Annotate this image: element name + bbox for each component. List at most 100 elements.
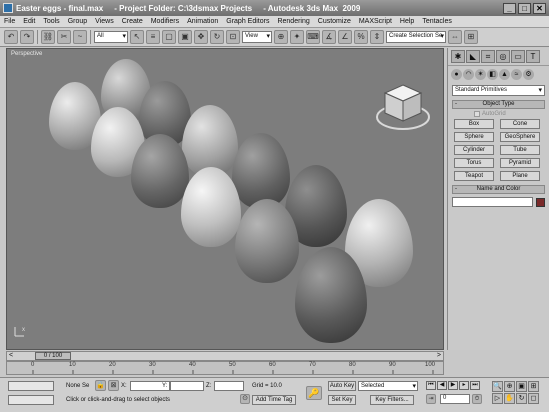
menu-create[interactable]: Create	[118, 18, 147, 25]
key-filters-button[interactable]: Key Filters...	[370, 395, 414, 405]
absolute-mode-icon[interactable]: ⊠	[108, 380, 119, 391]
time-slider[interactable]: < 0 / 100 >	[6, 351, 444, 361]
geosphere-button[interactable]: GeoSphere	[500, 132, 540, 142]
window-crossing-icon[interactable]: ▣	[178, 30, 192, 44]
go-to-end-icon[interactable]: ⏭	[470, 381, 480, 390]
hierarchy-tab-icon[interactable]: ⌗	[481, 50, 495, 63]
pivot-center-icon[interactable]: ⊕	[274, 30, 288, 44]
maximize-viewport-icon[interactable]: ◻	[528, 393, 539, 404]
systems-icon[interactable]: ⚙	[523, 69, 534, 80]
tube-button[interactable]: Tube	[500, 145, 540, 155]
modify-tab-icon[interactable]: ◣	[466, 50, 480, 63]
plane-button[interactable]: Plane	[500, 171, 540, 181]
menu-tentacles[interactable]: Tentacles	[418, 18, 456, 25]
rectangular-selection-icon[interactable]: ▢	[162, 30, 176, 44]
autogrid-checkbox[interactable]: AutoGrid	[474, 111, 549, 117]
object-name-field[interactable]	[452, 197, 533, 207]
zoom-extents-icon[interactable]: ▣	[516, 381, 527, 392]
named-selection-set-dropdown[interactable]: Create Selection Se	[386, 31, 446, 43]
undo-icon[interactable]: ↶	[4, 30, 18, 44]
add-time-tag-button[interactable]: Add Time Tag	[252, 395, 296, 405]
select-rotate-icon[interactable]: ↻	[210, 30, 224, 44]
close-button[interactable]: ✕	[533, 2, 546, 14]
object-type-rollout[interactable]: - Object Type	[452, 100, 545, 109]
teapot-button[interactable]: Teapot	[454, 171, 494, 181]
play-icon[interactable]: ▶	[448, 381, 458, 390]
shapes-icon[interactable]: ◠	[463, 69, 474, 80]
primitive-category-dropdown[interactable]: Standard Primitives	[452, 85, 545, 96]
helpers-icon[interactable]: ▲	[499, 69, 510, 80]
z-coord-field[interactable]	[214, 381, 244, 391]
link-icon[interactable]: ⛓	[41, 30, 55, 44]
set-key-icon[interactable]: 🔑	[306, 386, 322, 400]
menu-edit[interactable]: Edit	[19, 18, 39, 25]
spinner-snap-icon[interactable]: ⇕	[370, 30, 384, 44]
next-key-icon[interactable]: ▸	[459, 381, 469, 390]
menu-modifiers[interactable]: Modifiers	[147, 18, 183, 25]
selection-lock-icon[interactable]: 🔒	[95, 380, 106, 391]
time-slider-thumb[interactable]: 0 / 100	[35, 352, 71, 360]
zoom-extents-all-icon[interactable]: ⊞	[528, 381, 539, 392]
menu-maxscript[interactable]: MAXScript	[355, 18, 396, 25]
minimize-button[interactable]: _	[503, 2, 516, 14]
reference-coordinate-dropdown[interactable]: View	[242, 31, 272, 43]
unlink-icon[interactable]: ✂	[57, 30, 71, 44]
geometry-icon[interactable]: ●	[451, 69, 462, 80]
y-coord-field[interactable]	[170, 381, 204, 391]
viewcube-icon[interactable]	[375, 79, 431, 135]
align-icon[interactable]: ⊞	[464, 30, 478, 44]
perspective-viewport[interactable]: Perspective x	[6, 48, 444, 350]
cameras-icon[interactable]: ◧	[487, 69, 498, 80]
menu-tools[interactable]: Tools	[39, 18, 63, 25]
zoom-icon[interactable]: 🔍	[492, 381, 503, 392]
track-bar[interactable]: 0 10 20 30 40 50 60 70 80 90 100	[6, 361, 444, 375]
space-warps-icon[interactable]: ≈	[511, 69, 522, 80]
menu-views[interactable]: Views	[91, 18, 118, 25]
name-and-color-rollout[interactable]: - Name and Color	[452, 185, 545, 194]
sphere-button[interactable]: Sphere	[454, 132, 494, 142]
keyboard-shortcut-override-icon[interactable]: ⌨	[306, 30, 320, 44]
cylinder-button[interactable]: Cylinder	[454, 145, 494, 155]
time-configuration-icon[interactable]: ⏱	[472, 394, 482, 404]
auto-key-button[interactable]: Auto Key	[328, 381, 356, 391]
menu-file[interactable]: File	[0, 18, 19, 25]
key-mode-icon[interactable]: ⇥	[426, 394, 436, 404]
menu-animation[interactable]: Animation	[183, 18, 222, 25]
cone-button[interactable]: Cone	[500, 119, 540, 129]
easter-egg[interactable]	[131, 134, 189, 208]
time-tag-icon[interactable]: ⊙	[240, 394, 250, 404]
orbit-icon[interactable]: ↻	[516, 393, 527, 404]
previous-key-icon[interactable]: ◀	[437, 381, 447, 390]
mirror-icon[interactable]: ⇔	[448, 30, 462, 44]
app-icon[interactable]	[3, 3, 13, 13]
angle-snap-icon[interactable]: ∠	[338, 30, 352, 44]
select-manipulate-icon[interactable]: ✦	[290, 30, 304, 44]
redo-icon[interactable]: ↷	[20, 30, 34, 44]
pyramid-button[interactable]: Pyramid	[500, 158, 540, 168]
box-button[interactable]: Box	[454, 119, 494, 129]
go-to-start-icon[interactable]: ⏮	[426, 381, 436, 390]
select-by-name-icon[interactable]: ≡	[146, 30, 160, 44]
object-color-swatch[interactable]	[536, 197, 545, 207]
bind-space-warp-icon[interactable]: ~	[73, 30, 87, 44]
utilities-tab-icon[interactable]: T	[526, 50, 540, 63]
display-tab-icon[interactable]: ▭	[511, 50, 525, 63]
torus-button[interactable]: Torus	[454, 158, 494, 168]
field-of-view-icon[interactable]: ▷	[492, 393, 503, 404]
maxscript-listener[interactable]	[8, 381, 54, 391]
menu-rendering[interactable]: Rendering	[273, 18, 313, 25]
menu-group[interactable]: Group	[64, 18, 91, 25]
previous-frame-icon[interactable]: <	[9, 352, 13, 360]
create-tab-icon[interactable]: ✱	[451, 50, 465, 63]
select-scale-icon[interactable]: ⊡	[226, 30, 240, 44]
select-move-icon[interactable]: ✥	[194, 30, 208, 44]
lights-icon[interactable]: ✶	[475, 69, 486, 80]
key-filter-dropdown[interactable]: Selected	[358, 381, 418, 391]
menu-customize[interactable]: Customize	[314, 18, 355, 25]
viewport-label[interactable]: Perspective	[11, 51, 42, 57]
selection-filter-dropdown[interactable]: All	[94, 31, 128, 43]
maximize-button[interactable]: □	[518, 2, 531, 14]
maxscript-output[interactable]	[8, 395, 54, 405]
set-key-button[interactable]: Set Key	[328, 395, 356, 405]
menu-help[interactable]: Help	[396, 18, 418, 25]
